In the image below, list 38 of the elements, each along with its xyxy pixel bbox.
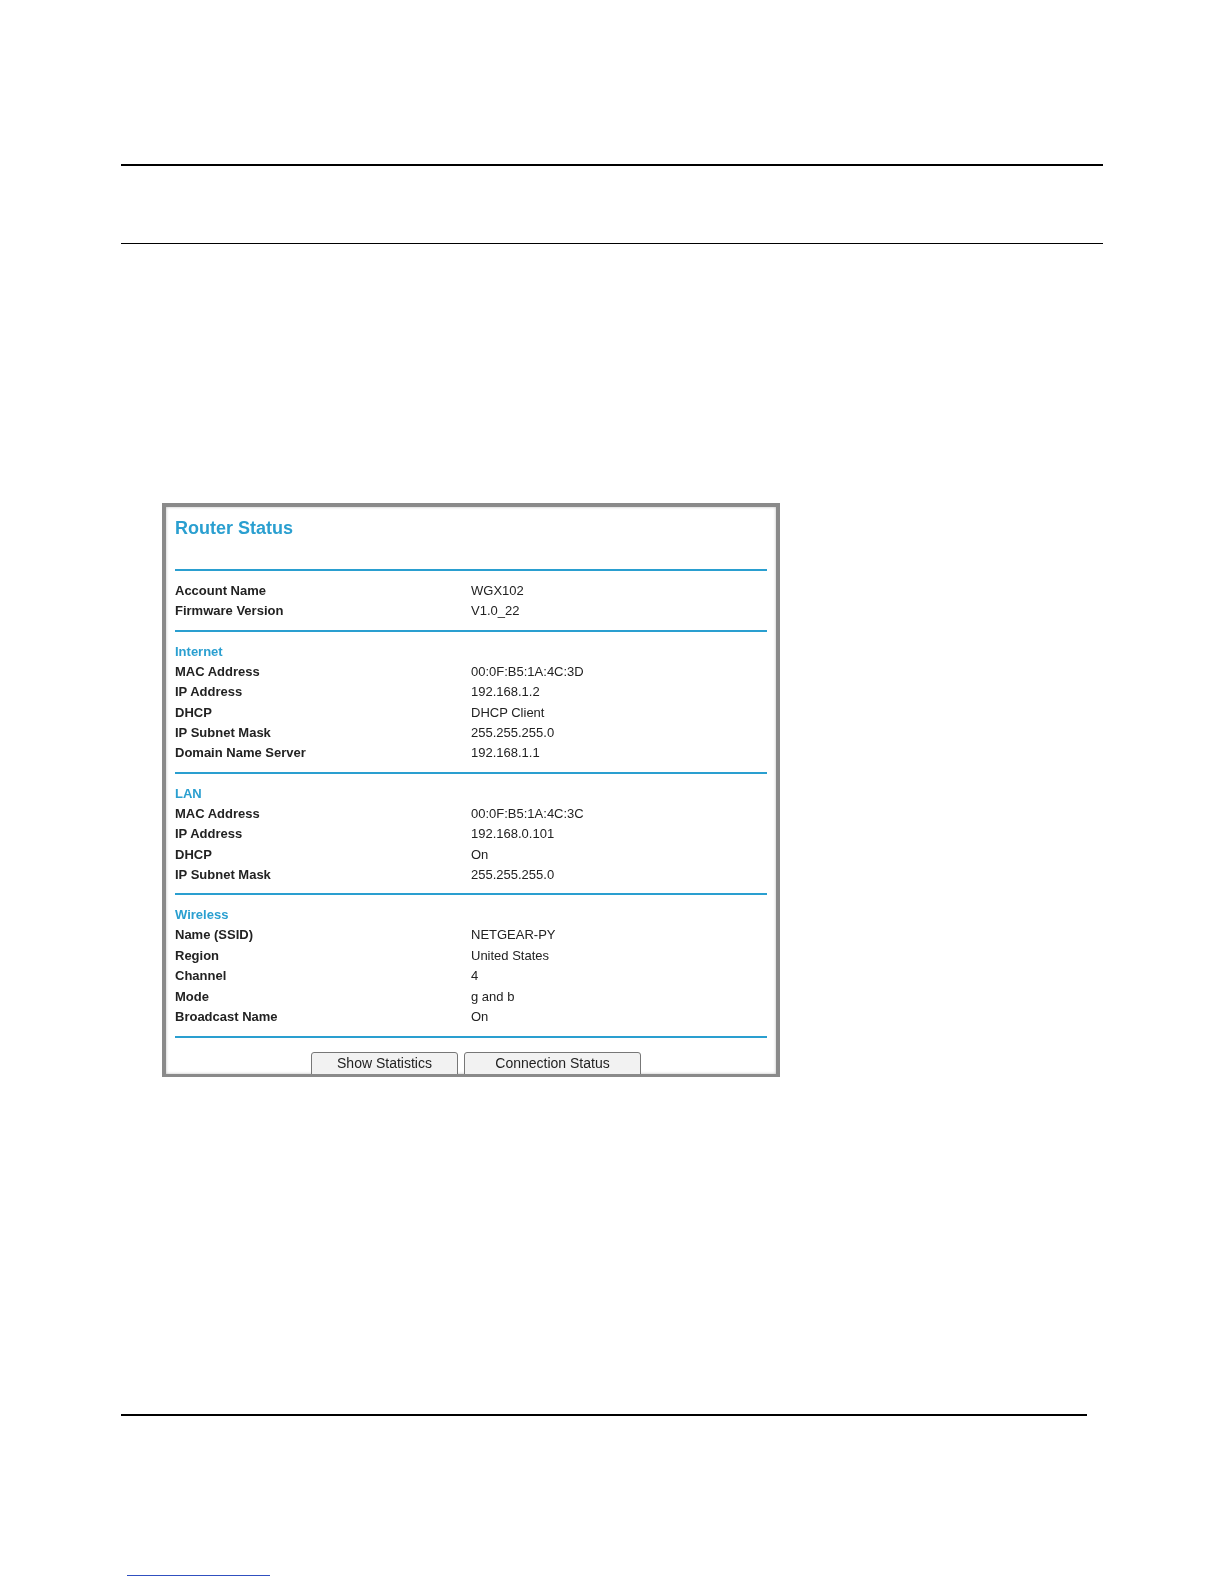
section-heading: Internet <box>175 642 223 661</box>
field-label: Firmware Version <box>175 602 285 621</box>
field-value: 00:0F:B5:1A:4C:3C <box>471 804 584 823</box>
field-value: 255.255.255.0 <box>471 724 555 743</box>
field-label: Broadcast Name <box>175 1008 279 1027</box>
field-value: NETGEAR-PY <box>471 926 556 945</box>
field-label: MAC Address <box>175 804 261 823</box>
field-label: DHCP <box>175 703 213 722</box>
field-value: On <box>471 845 489 864</box>
field-value: 255.255.255.0 <box>471 866 555 885</box>
field-label: Domain Name Server <box>175 744 307 763</box>
field-value: On <box>471 1008 489 1027</box>
field-value: 192.168.0.101 <box>471 825 555 844</box>
field-label: Channel <box>175 967 228 986</box>
action-button[interactable]: Show Statistics <box>311 1051 458 1074</box>
field-label: Mode <box>175 987 210 1006</box>
field-value: United States <box>471 946 550 965</box>
field-label: IP Address <box>175 683 244 702</box>
field-value: WGX102 <box>471 582 524 600</box>
field-value: g and b <box>471 987 515 1006</box>
page-title: Router Status <box>175 517 293 539</box>
field-label: IP Address <box>175 825 244 844</box>
section-heading: LAN <box>175 784 202 803</box>
field-label: IP Subnet Mask <box>175 866 272 885</box>
field-value: 192.168.1.2 <box>471 683 540 702</box>
field-value: 192.168.1.1 <box>471 744 540 763</box>
field-value: 4 <box>471 967 479 986</box>
field-label: Name (SSID) <box>175 926 255 945</box>
action-button[interactable]: Connection Status <box>464 1051 641 1074</box>
field-label: Account Name <box>175 582 268 600</box>
field-label: IP Subnet Mask <box>175 724 272 743</box>
field-value: 00:0F:B5:1A:4C:3D <box>471 662 584 681</box>
section-heading: Wireless <box>175 906 229 925</box>
field-value: V1.0_22 <box>471 602 520 621</box>
field-label: MAC Address <box>175 662 261 681</box>
field-value: DHCP Client <box>471 703 545 722</box>
field-label: Region <box>175 946 221 965</box>
field-label: DHCP <box>175 845 213 864</box>
